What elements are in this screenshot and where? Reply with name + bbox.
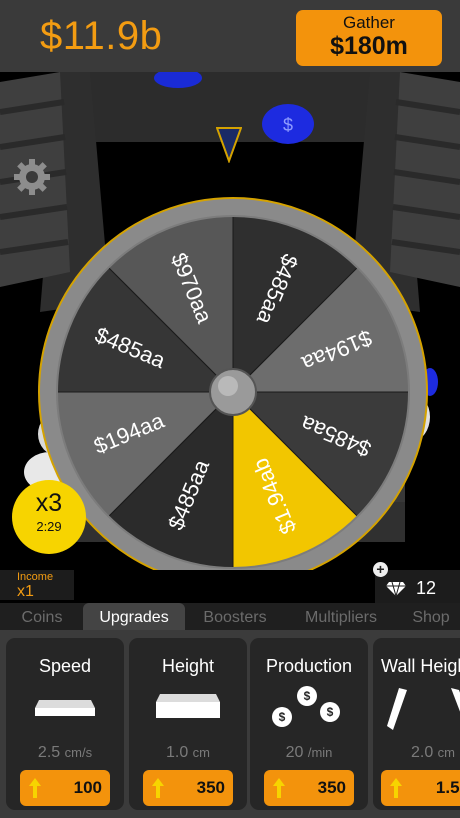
game-screen: $11.9b Gather $180m $ $485aa $194aa $485…	[0, 0, 460, 818]
boost-multiplier-badge[interactable]: x3 2:29	[12, 480, 86, 554]
tab-multipliers[interactable]: Multipliers	[292, 603, 390, 633]
arrow-up-icon	[29, 778, 41, 798]
walls-icon	[387, 688, 460, 730]
block-icon	[156, 694, 220, 718]
coins-icon: $ $ $	[272, 686, 340, 727]
wheel-pointer-icon	[216, 127, 242, 163]
upgrade-card-height: Height 1.0 cm 350	[129, 638, 247, 810]
arrow-up-icon	[390, 778, 402, 798]
upgrade-title: Production	[265, 656, 353, 676]
upgrades-panel: Speed 2.5 cm/s 100 Height 1.0 cm 350 Pro…	[0, 630, 460, 818]
gem-count: 12	[416, 578, 437, 598]
upgrade-value: 1.0 cm	[165, 744, 211, 761]
upgrade-card-speed: Speed 2.5 cm/s 100	[6, 638, 124, 810]
settings-gear-icon[interactable]	[12, 157, 52, 197]
tab-boosters[interactable]: Boosters	[192, 603, 278, 633]
upgrade-wall-height-button[interactable]: 1.50	[381, 770, 460, 806]
boost-timer: 2:29	[36, 519, 62, 534]
arrow-up-icon	[152, 778, 164, 798]
gather-button[interactable]: Gather $180m	[296, 10, 442, 66]
game-scene: $ $485aa $194aa $485aa $1.94ab $485aa $1…	[0, 72, 460, 570]
prize-wheel[interactable]: $485aa$194aa$485aa$1.94ab$485aa$194aa$48…	[38, 197, 428, 570]
upgrade-title: Speed	[38, 656, 92, 676]
upgrade-title: Wall Heigh	[381, 656, 460, 676]
upgrade-title: Height	[161, 656, 215, 676]
tab-bar: Coins Upgrades Boosters Multipliers Shop	[0, 603, 460, 633]
income-value: x1	[17, 583, 34, 600]
boost-multiplier: x3	[35, 489, 63, 517]
upgrade-value: 20 /min	[285, 744, 333, 761]
svg-text:$: $	[304, 689, 311, 703]
upgrade-price: 350	[196, 778, 225, 797]
income-indicator: Income x1	[0, 570, 74, 600]
upgrade-value: 2.0 cm	[410, 744, 456, 761]
svg-text:$: $	[283, 115, 293, 135]
upgrade-height-button[interactable]: 350	[143, 770, 233, 806]
diamond-icon	[386, 581, 406, 597]
arrow-up-icon	[273, 778, 285, 798]
tab-upgrades[interactable]: Upgrades	[83, 603, 185, 633]
tab-shop[interactable]: Shop	[402, 603, 460, 633]
tab-coins[interactable]: Coins	[10, 603, 74, 633]
upgrade-card-production: Production $ $ $ 20 /min 350	[250, 638, 368, 810]
upgrade-price: 1.50	[435, 778, 460, 797]
gather-value: $180m	[330, 32, 408, 60]
upgrade-speed-button[interactable]: 100	[20, 770, 110, 806]
upgrade-price: 100	[73, 778, 102, 797]
balance-value: $11.9b	[40, 14, 163, 58]
svg-text:$: $	[279, 710, 286, 724]
upgrade-production-button[interactable]: 350	[264, 770, 354, 806]
platform-icon	[35, 700, 95, 716]
upgrade-card-wall-height: Wall Heigh 2.0 cm 1.50	[373, 638, 460, 810]
add-gems-button[interactable]: +	[373, 562, 388, 577]
upgrade-price: 350	[317, 778, 346, 797]
gather-label: Gather	[343, 13, 395, 32]
upgrade-value: 2.5 cm/s	[37, 744, 93, 761]
svg-text:$: $	[327, 705, 334, 719]
top-bar: $11.9b Gather $180m	[0, 0, 460, 72]
